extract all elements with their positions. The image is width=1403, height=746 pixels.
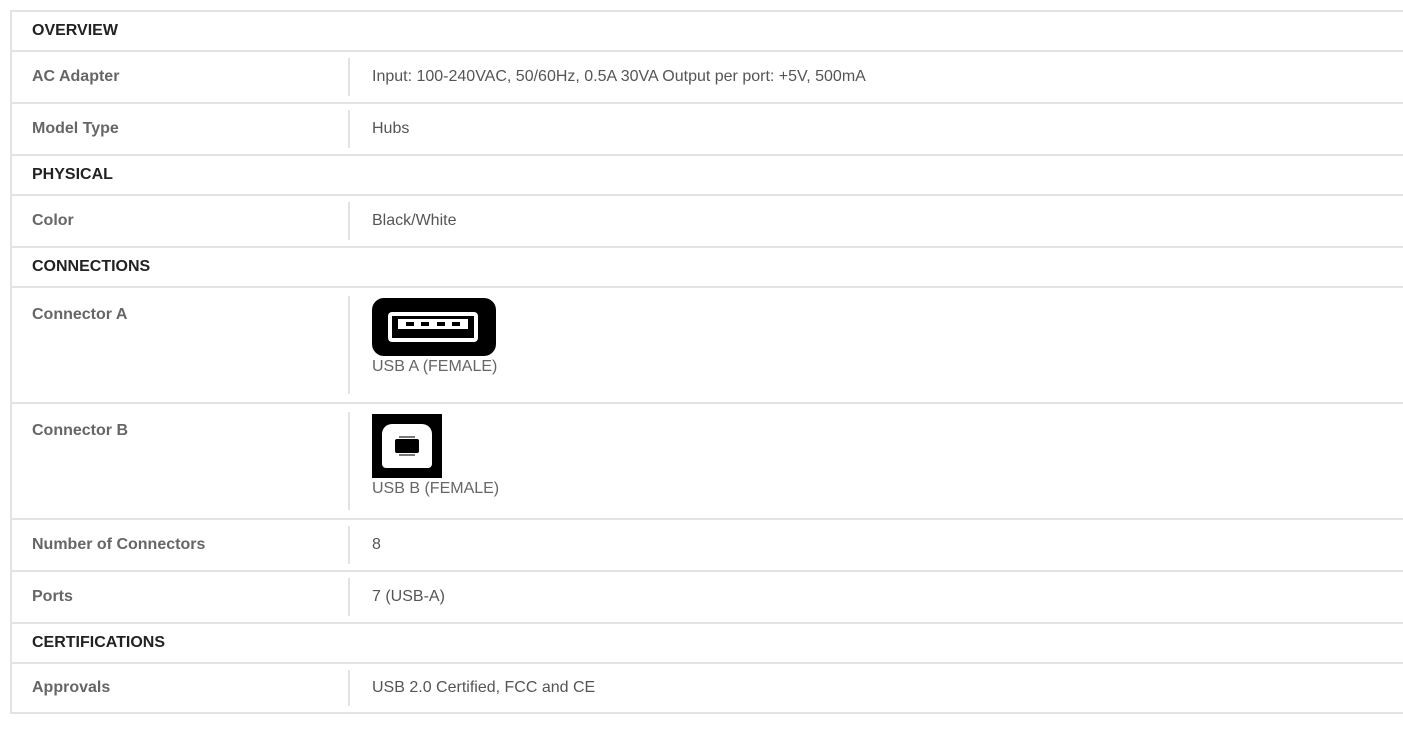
usb-a-female-icon <box>372 298 496 356</box>
spec-value: Black/White <box>372 212 457 229</box>
spec-row-connector-a: Connector A USB A (FEMALE) <box>12 288 1403 404</box>
connector-caption: USB B (FEMALE) <box>372 480 500 497</box>
section-header-physical: PHYSICAL <box>12 156 1403 196</box>
spec-value: 8 <box>372 536 381 553</box>
spec-value: USB 2.0 Certified, FCC and CE <box>372 679 596 696</box>
specifications-table: OVERVIEW AC Adapter Input: 100-240VAC, 5… <box>10 10 1403 714</box>
section-header-certifications: CERTIFICATIONS <box>12 624 1403 664</box>
spec-label: Model Type <box>12 104 350 154</box>
spec-row-color: Color Black/White <box>12 196 1403 248</box>
spec-row-approvals: Approvals USB 2.0 Certified, FCC and CE <box>12 664 1403 714</box>
spec-label: Connector B <box>12 404 350 518</box>
spec-label: Color <box>12 196 350 246</box>
section-header-connections: CONNECTIONS <box>12 248 1403 288</box>
connector-cell: USB B (FEMALE) <box>350 404 1403 518</box>
spec-label: Approvals <box>12 664 350 712</box>
spec-value: Hubs <box>372 120 410 137</box>
spec-row-ac-adapter: AC Adapter Input: 100-240VAC, 50/60Hz, 0… <box>12 52 1403 104</box>
spec-row-model-type: Model Type Hubs <box>12 104 1403 156</box>
connector-cell: USB A (FEMALE) <box>350 288 1403 402</box>
section-header-overview: OVERVIEW <box>12 12 1403 52</box>
spec-label: Number of Connectors <box>12 520 350 570</box>
usb-b-female-icon <box>372 414 442 478</box>
spec-value: 7 (USB-A) <box>372 588 445 605</box>
spec-label: AC Adapter <box>12 52 350 102</box>
spec-label: Ports <box>12 572 350 622</box>
spec-row-ports: Ports 7 (USB-A) <box>12 572 1403 624</box>
spec-row-number-of-connectors: Number of Connectors 8 <box>12 520 1403 572</box>
connector-caption: USB A (FEMALE) <box>372 358 498 375</box>
spec-row-connector-b: Connector B USB B (FEMALE) <box>12 404 1403 520</box>
spec-label: Connector A <box>12 288 350 402</box>
spec-value: Input: 100-240VAC, 50/60Hz, 0.5A 30VA Ou… <box>372 68 866 85</box>
